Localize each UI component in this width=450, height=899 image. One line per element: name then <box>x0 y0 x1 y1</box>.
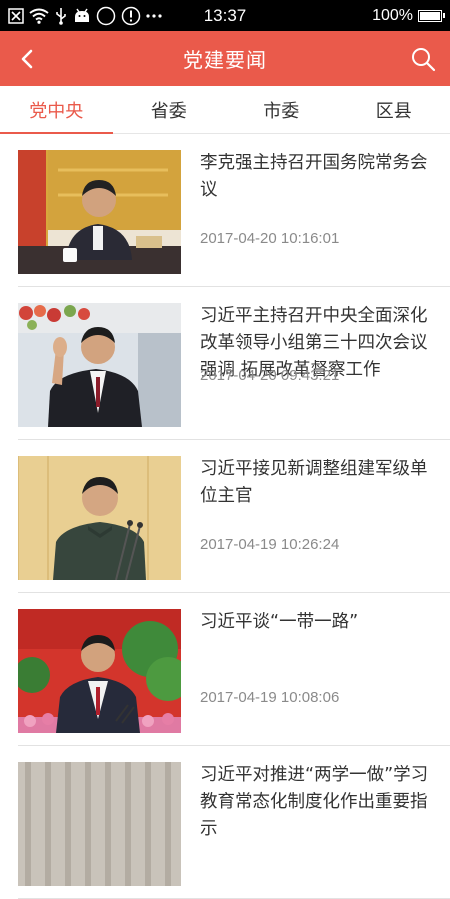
tab-province[interactable]: 省委 <box>113 86 226 133</box>
news-list: 李克强主持召开国务院常务会议 2017-04-20 10:16:01 习近平主持… <box>0 134 450 899</box>
usb-icon <box>54 6 68 26</box>
news-time: 2017-04-20 09:43:21 <box>200 367 339 384</box>
tab-city[interactable]: 市委 <box>225 86 338 133</box>
tab-party-central[interactable]: 党中央 <box>0 86 113 133</box>
news-thumbnail <box>18 456 181 580</box>
page-title: 党建要闻 <box>183 44 267 73</box>
search-button[interactable] <box>404 40 442 78</box>
news-title: 习近平接见新调整组建军级单位主官 <box>200 456 435 510</box>
circle-icon <box>96 6 116 26</box>
status-right: 100% <box>372 7 442 25</box>
search-icon <box>410 46 436 72</box>
category-tabs: 党中央 省委 市委 区县 <box>0 86 450 134</box>
back-button[interactable] <box>10 41 46 77</box>
news-item[interactable]: 习近平主持召开中央全面深化改革领导小组第三十四次会议强调 拓展改革督察工作 20… <box>0 287 450 440</box>
status-icons-left <box>8 6 162 26</box>
battery-icon <box>418 10 442 22</box>
news-title: 习近平对推进“两学一做”学习教育常态化制度化作出重要指示 <box>200 762 435 843</box>
news-item[interactable]: 习近平对推进“两学一做”学习教育常态化制度化作出重要指示 <box>0 746 450 899</box>
news-thumbnail <box>18 150 181 274</box>
more-dots-icon <box>146 6 162 26</box>
news-title: 习近平谈“一带一路” <box>200 609 435 636</box>
news-time: 2017-04-20 10:16:01 <box>200 230 339 247</box>
alert-icon <box>121 6 141 26</box>
battery-percent: 100% <box>372 7 413 25</box>
tab-district[interactable]: 区县 <box>338 86 450 133</box>
news-item[interactable]: 李克强主持召开国务院常务会议 2017-04-20 10:16:01 <box>0 134 450 287</box>
news-thumbnail <box>18 609 181 733</box>
news-thumbnail <box>18 303 181 427</box>
status-bar: 13:37 100% <box>0 0 450 31</box>
back-chevron-icon <box>17 48 39 70</box>
news-item[interactable]: 习近平谈“一带一路” 2017-04-19 10:08:06 <box>0 593 450 746</box>
close-box-icon <box>8 6 24 26</box>
android-icon <box>73 6 91 26</box>
news-time: 2017-04-19 10:26:24 <box>200 536 339 553</box>
wifi-icon <box>29 6 49 26</box>
news-item[interactable]: 习近平接见新调整组建军级单位主官 2017-04-19 10:26:24 <box>0 440 450 593</box>
news-time: 2017-04-19 10:08:06 <box>200 689 339 706</box>
app-header: 党建要闻 <box>0 31 450 86</box>
news-thumbnail <box>18 762 181 886</box>
news-title: 李克强主持召开国务院常务会议 <box>200 150 435 204</box>
